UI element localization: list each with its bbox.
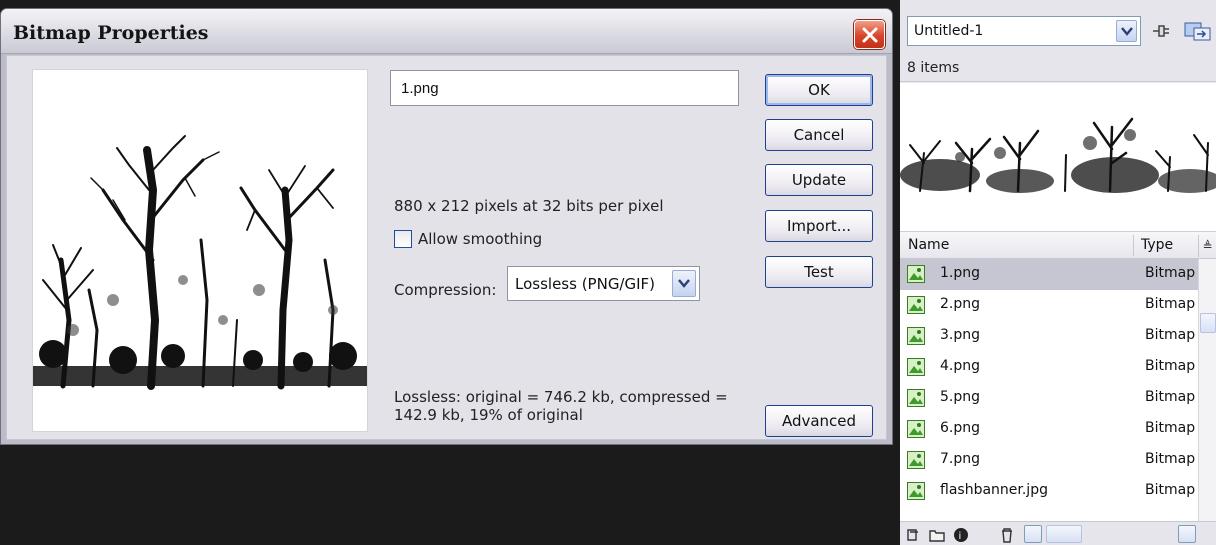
chevron-down-icon[interactable] [672, 270, 696, 297]
library-header: Untitled-1 8 items [900, 0, 1216, 82]
compression-label: Compression: [394, 281, 497, 299]
bitmap-preview [32, 69, 368, 432]
dimensions-info: 880 x 212 pixels at 32 bits per pixel [394, 197, 664, 215]
item-type: Bitmap [1145, 327, 1196, 343]
bitmap-icon [907, 420, 925, 438]
item-name: 5.png [940, 389, 981, 405]
list-item[interactable]: 4.png Bitmap [900, 352, 1198, 383]
library-toolbar: i [900, 521, 1216, 545]
new-symbol-icon[interactable] [904, 526, 922, 544]
list-item[interactable]: 5.png Bitmap [900, 383, 1198, 414]
item-type: Bitmap [1145, 358, 1196, 374]
scroll-up-icon[interactable] [1200, 313, 1216, 333]
list-item[interactable]: 7.png Bitmap [900, 445, 1198, 476]
item-name: 6.png [940, 420, 981, 436]
pin-icon[interactable] [1150, 20, 1172, 42]
import-button[interactable]: Import... [765, 210, 873, 242]
column-name-header[interactable]: Name [908, 237, 949, 253]
chevron-down-icon[interactable] [1116, 20, 1137, 42]
item-count: 8 items [907, 60, 960, 76]
dialog-body: 880 x 212 pixels at 32 bits per pixel Al… [6, 55, 887, 440]
scroll-left-icon[interactable] [1024, 525, 1042, 543]
bitmap-icon [907, 482, 925, 500]
close-button[interactable] [854, 20, 885, 49]
document-select[interactable]: Untitled-1 [907, 16, 1141, 46]
item-type: Bitmap [1145, 265, 1196, 281]
library-panel: Untitled-1 8 items Name Type ≜ 1.png Bit… [900, 0, 1216, 545]
delete-icon[interactable] [998, 526, 1016, 544]
column-divider[interactable] [1133, 235, 1134, 256]
banner-preview-image [900, 117, 1216, 193]
bitmap-icon [907, 327, 925, 345]
document-name: Untitled-1 [914, 23, 984, 39]
library-column-header: Name Type ≜ [900, 231, 1216, 259]
bitmap-properties-dialog: Bitmap Properties 1.png 880 x 212 pixels… [0, 8, 893, 445]
list-item[interactable]: 3.png Bitmap [900, 321, 1198, 352]
new-library-panel-icon[interactable] [1183, 20, 1213, 42]
cancel-button[interactable]: Cancel [765, 119, 873, 151]
item-type: Bitmap [1145, 482, 1196, 498]
item-name: 2.png [940, 296, 981, 312]
new-folder-icon[interactable] [928, 526, 946, 544]
column-type-header[interactable]: Type [1141, 237, 1173, 253]
properties-icon[interactable]: i [952, 526, 970, 544]
library-preview [900, 83, 1216, 231]
scroll-right-icon[interactable] [1178, 525, 1196, 543]
bitmap-icon [907, 265, 925, 283]
close-icon [862, 27, 878, 43]
item-type: Bitmap [1145, 420, 1196, 436]
dialog-title: Bitmap Properties [13, 22, 209, 44]
list-item[interactable]: 2.png Bitmap [900, 290, 1198, 321]
library-item-list: 1.png Bitmap 2.png Bitmap 3.png Bitmap 4… [900, 259, 1198, 521]
item-type: Bitmap [1145, 451, 1196, 467]
list-item[interactable]: 6.png Bitmap [900, 414, 1198, 445]
dialog-titlebar[interactable]: Bitmap Properties [1, 9, 892, 54]
list-item[interactable]: 1.png Bitmap [900, 259, 1198, 290]
item-name: 7.png [940, 451, 981, 467]
trees-preview-image [33, 135, 367, 390]
bitmap-name-input[interactable] [390, 70, 739, 106]
horizontal-scroll-thumb[interactable] [1046, 525, 1082, 543]
bitmap-icon [907, 358, 925, 376]
svg-text:i: i [959, 531, 962, 542]
bitmap-icon [907, 296, 925, 314]
update-button[interactable]: Update [765, 164, 873, 196]
compression-summary: Lossless: original = 746.2 kb, compresse… [394, 388, 728, 424]
allow-smoothing-label: Allow smoothing [418, 230, 543, 248]
bitmap-icon [907, 451, 925, 469]
item-name: 1.png [940, 265, 981, 281]
item-name: 3.png [940, 327, 981, 343]
compression-select[interactable]: Lossless (PNG/GIF) [507, 266, 700, 301]
test-button[interactable]: Test [765, 256, 873, 288]
item-type: Bitmap [1145, 296, 1196, 312]
item-name: flashbanner.jpg [940, 482, 1048, 498]
advanced-button[interactable]: Advanced [765, 405, 873, 437]
item-name: 4.png [940, 358, 981, 374]
compression-value: Lossless (PNG/GIF) [515, 275, 656, 293]
sort-order-icon[interactable]: ≜ [1198, 235, 1216, 257]
ok-button[interactable]: OK [765, 74, 873, 106]
list-vertical-scrollbar[interactable] [1198, 259, 1216, 521]
list-item[interactable]: flashbanner.jpg Bitmap [900, 476, 1198, 507]
bitmap-icon [907, 389, 925, 407]
item-type: Bitmap [1145, 389, 1196, 405]
allow-smoothing-checkbox[interactable] [394, 230, 412, 248]
